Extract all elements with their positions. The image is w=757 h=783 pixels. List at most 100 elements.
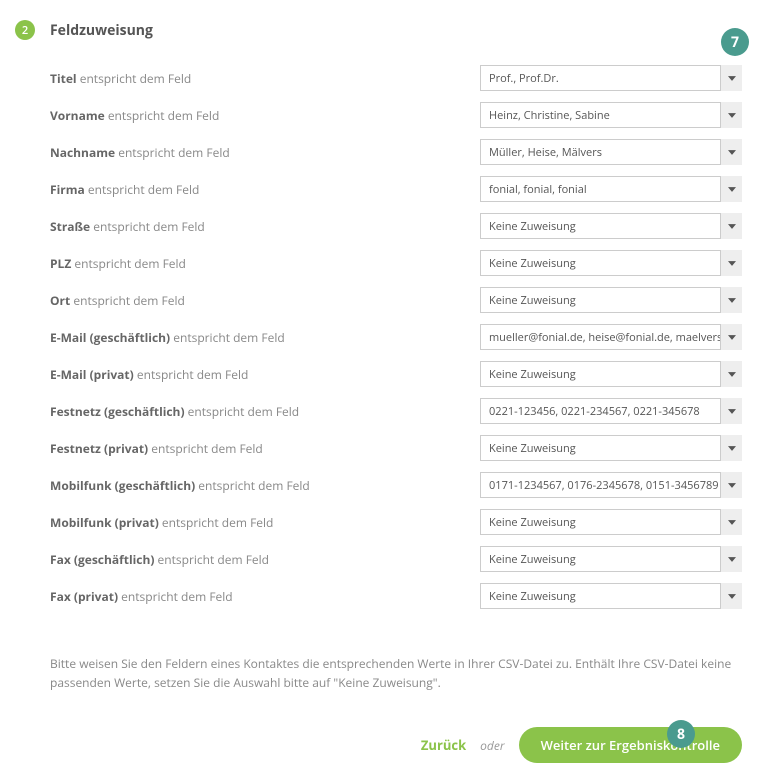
field-name: Titel <box>50 70 77 87</box>
field-name: Mobilfunk (geschäftlich) <box>50 477 195 494</box>
field-select-wrap: 0221-123456, 0221-234567, 0221-345678 <box>480 398 742 424</box>
field-row: PLZ entspricht dem FeldKeine Zuweisung <box>50 250 742 276</box>
field-name: Ort <box>50 292 70 309</box>
field-select-wrap: fonial, fonial, fonial <box>480 176 742 202</box>
field-name: E-Mail (privat) <box>50 366 134 383</box>
section-header: 2 Feldzuweisung <box>15 20 742 40</box>
field-mapping-list: Titel entspricht dem FeldProf., Prof.Dr.… <box>15 65 742 609</box>
field-row: Straße entspricht dem FeldKeine Zuweisun… <box>50 213 742 239</box>
field-select-wrap: Keine Zuweisung <box>480 361 742 387</box>
field-label: Nachname entspricht dem Feld <box>50 144 480 161</box>
field-name: Straße <box>50 218 90 235</box>
field-label-suffix: entspricht dem Feld <box>198 477 309 494</box>
field-row: Mobilfunk (geschäftlich) entspricht dem … <box>50 472 742 498</box>
field-row: Festnetz (geschäftlich) entspricht dem F… <box>50 398 742 424</box>
field-mapping-select[interactable]: Müller, Heise, Mälvers <box>480 139 742 165</box>
field-label: E-Mail (privat) entspricht dem Feld <box>50 366 480 383</box>
field-row: Fax (privat) entspricht dem FeldKeine Zu… <box>50 583 742 609</box>
field-mapping-select[interactable]: 0171-1234567, 0176-2345678, 0151-3456789 <box>480 472 742 498</box>
field-name: PLZ <box>50 255 71 272</box>
field-select-wrap: Keine Zuweisung <box>480 250 742 276</box>
field-mapping-select[interactable]: Keine Zuweisung <box>480 509 742 535</box>
field-select-wrap: Keine Zuweisung <box>480 213 742 239</box>
field-mapping-select[interactable]: Keine Zuweisung <box>480 361 742 387</box>
field-label-suffix: entspricht dem Feld <box>80 70 191 87</box>
field-label: Mobilfunk (geschäftlich) entspricht dem … <box>50 477 480 494</box>
field-label: PLZ entspricht dem Feld <box>50 255 480 272</box>
field-label: Ort entspricht dem Feld <box>50 292 480 309</box>
field-label: Festnetz (privat) entspricht dem Feld <box>50 440 480 457</box>
field-select-wrap: Heinz, Christine, Sabine <box>480 102 742 128</box>
field-label-suffix: entspricht dem Feld <box>151 440 262 457</box>
field-select-wrap: Keine Zuweisung <box>480 287 742 313</box>
field-select-wrap: Keine Zuweisung <box>480 583 742 609</box>
field-label-suffix: entspricht dem Feld <box>118 144 229 161</box>
or-separator: oder <box>480 737 504 754</box>
field-mapping-select[interactable]: mueller@fonial.de, heise@fonial.de, mael… <box>480 324 742 350</box>
field-name: Firma <box>50 181 85 198</box>
field-row: E-Mail (privat) entspricht dem FeldKeine… <box>50 361 742 387</box>
field-label: Firma entspricht dem Feld <box>50 181 480 198</box>
section-title: Feldzuweisung <box>50 21 153 40</box>
field-label-suffix: entspricht dem Feld <box>158 551 269 568</box>
step-number-badge: 2 <box>15 20 35 40</box>
field-mapping-select[interactable]: Keine Zuweisung <box>480 250 742 276</box>
field-row: Nachname entspricht dem FeldMüller, Heis… <box>50 139 742 165</box>
field-mapping-select[interactable]: 0221-123456, 0221-234567, 0221-345678 <box>480 398 742 424</box>
field-label-suffix: entspricht dem Feld <box>121 588 232 605</box>
field-mapping-select[interactable]: Keine Zuweisung <box>480 287 742 313</box>
field-select-wrap: Keine Zuweisung <box>480 435 742 461</box>
field-label-suffix: entspricht dem Feld <box>74 255 185 272</box>
field-mapping-select[interactable]: fonial, fonial, fonial <box>480 176 742 202</box>
field-row: Firma entspricht dem Feldfonial, fonial,… <box>50 176 742 202</box>
field-select-wrap: Prof., Prof.Dr. <box>480 65 742 91</box>
field-row: Fax (geschäftlich) entspricht dem FeldKe… <box>50 546 742 572</box>
field-label-suffix: entspricht dem Feld <box>188 403 299 420</box>
field-row: Mobilfunk (privat) entspricht dem FeldKe… <box>50 509 742 535</box>
field-row: Festnetz (privat) entspricht dem FeldKei… <box>50 435 742 461</box>
field-name: Vorname <box>50 107 105 124</box>
field-name: Mobilfunk (privat) <box>50 514 159 531</box>
field-label-suffix: entspricht dem Feld <box>173 329 284 346</box>
field-label-suffix: entspricht dem Feld <box>88 181 199 198</box>
field-row: Vorname entspricht dem FeldHeinz, Christ… <box>50 102 742 128</box>
field-label: Festnetz (geschäftlich) entspricht dem F… <box>50 403 480 420</box>
field-name: Fax (privat) <box>50 588 118 605</box>
help-text: Bitte weisen Sie den Feldern eines Konta… <box>15 654 742 692</box>
field-mapping-select[interactable]: Heinz, Christine, Sabine <box>480 102 742 128</box>
field-label-suffix: entspricht dem Feld <box>137 366 248 383</box>
back-button[interactable]: Zurück <box>421 736 466 754</box>
field-label-suffix: entspricht dem Feld <box>162 514 273 531</box>
field-name: Fax (geschäftlich) <box>50 551 154 568</box>
field-row: E-Mail (geschäftlich) entspricht dem Fel… <box>50 324 742 350</box>
field-label-suffix: entspricht dem Feld <box>108 107 219 124</box>
field-select-wrap: Müller, Heise, Mälvers <box>480 139 742 165</box>
field-label: Titel entspricht dem Feld <box>50 70 480 87</box>
field-row: Titel entspricht dem FeldProf., Prof.Dr. <box>50 65 742 91</box>
field-mapping-select[interactable]: Keine Zuweisung <box>480 583 742 609</box>
field-label: Fax (privat) entspricht dem Feld <box>50 588 480 605</box>
field-label: Vorname entspricht dem Feld <box>50 107 480 124</box>
field-name: Festnetz (privat) <box>50 440 148 457</box>
field-label: Fax (geschäftlich) entspricht dem Feld <box>50 551 480 568</box>
field-label-suffix: entspricht dem Feld <box>73 292 184 309</box>
field-select-wrap: Keine Zuweisung <box>480 546 742 572</box>
field-label-suffix: entspricht dem Feld <box>93 218 204 235</box>
annotation-marker-7: 7 <box>721 28 749 56</box>
field-mapping-select[interactable]: Keine Zuweisung <box>480 213 742 239</box>
field-label: Straße entspricht dem Feld <box>50 218 480 235</box>
footer-actions: Zurück oder Weiter zur Ergebniskontrolle <box>15 727 742 763</box>
field-row: Ort entspricht dem FeldKeine Zuweisung <box>50 287 742 313</box>
field-select-wrap: mueller@fonial.de, heise@fonial.de, mael… <box>480 324 742 350</box>
field-label: Mobilfunk (privat) entspricht dem Feld <box>50 514 480 531</box>
next-button[interactable]: Weiter zur Ergebniskontrolle <box>519 727 742 763</box>
field-name: Festnetz (geschäftlich) <box>50 403 185 420</box>
field-label: E-Mail (geschäftlich) entspricht dem Fel… <box>50 329 480 346</box>
field-select-wrap: 0171-1234567, 0176-2345678, 0151-3456789 <box>480 472 742 498</box>
field-mapping-select[interactable]: Prof., Prof.Dr. <box>480 65 742 91</box>
field-name: E-Mail (geschäftlich) <box>50 329 170 346</box>
field-name: Nachname <box>50 144 115 161</box>
field-mapping-select[interactable]: Keine Zuweisung <box>480 546 742 572</box>
field-select-wrap: Keine Zuweisung <box>480 509 742 535</box>
field-mapping-select[interactable]: Keine Zuweisung <box>480 435 742 461</box>
